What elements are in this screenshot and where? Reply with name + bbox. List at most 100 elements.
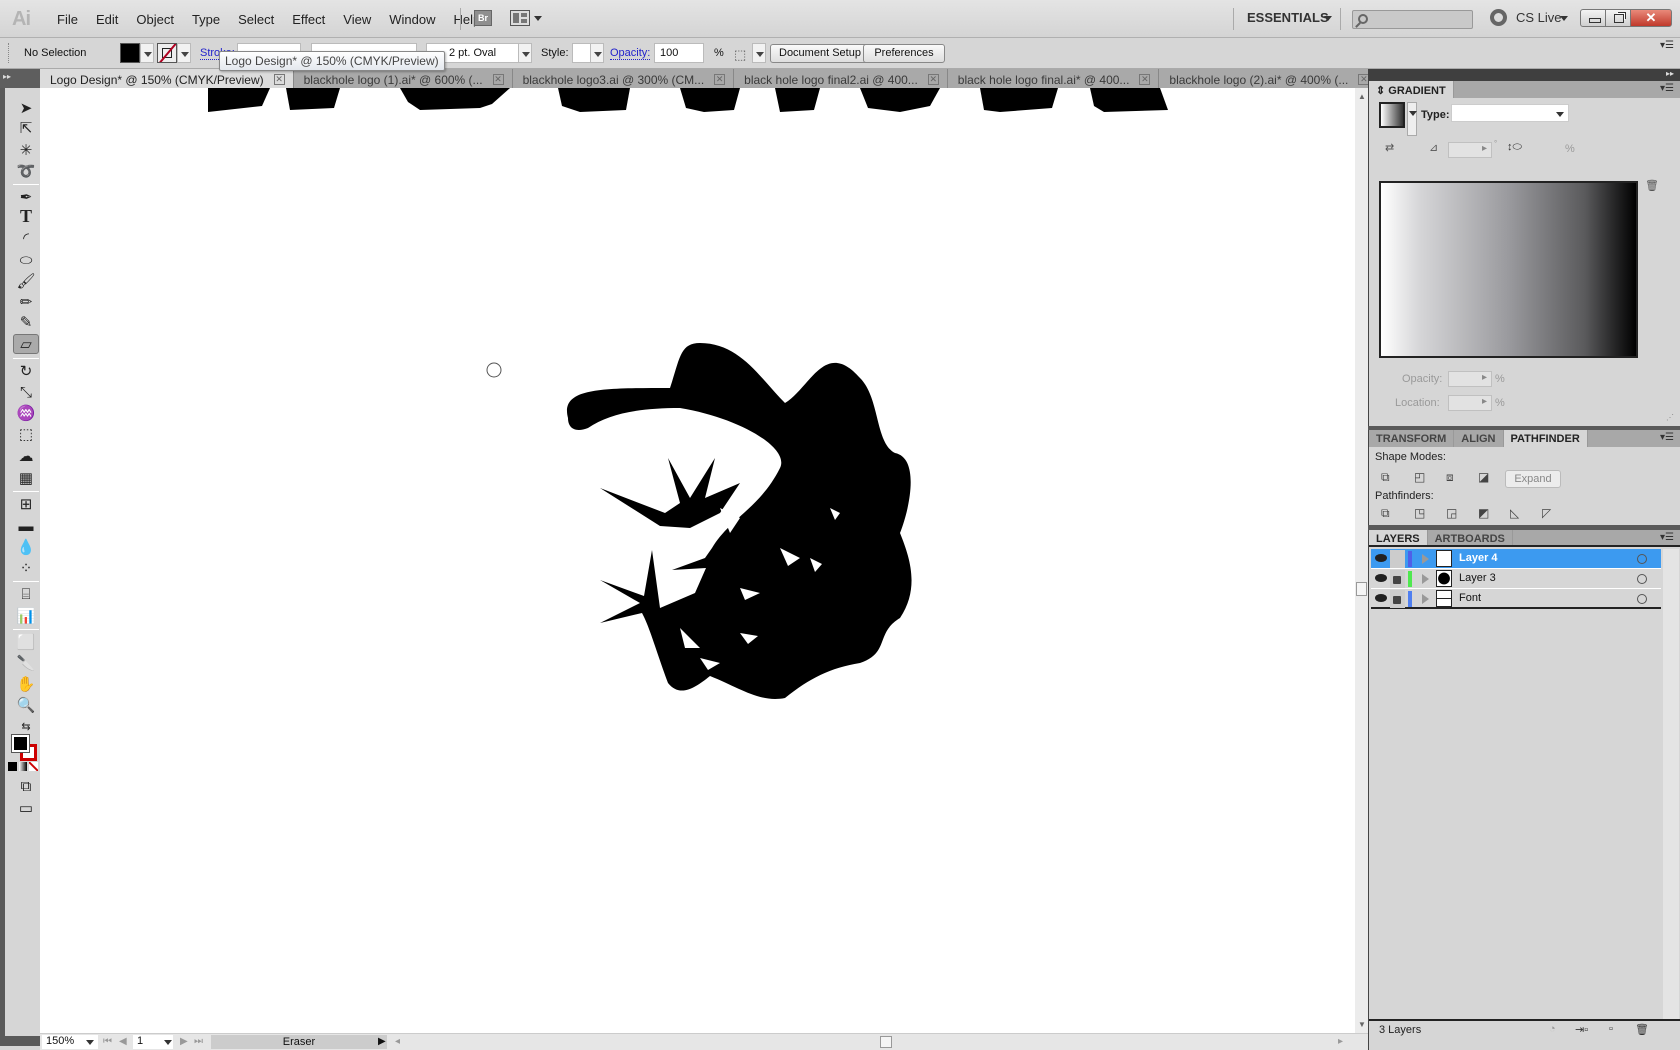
menu-select[interactable]: Select bbox=[229, 12, 283, 27]
visibility-eye-icon[interactable] bbox=[1375, 574, 1387, 582]
grip-handle[interactable] bbox=[8, 43, 11, 63]
layers-scrollbar[interactable] bbox=[1663, 549, 1679, 1019]
expand-triangle-icon[interactable] bbox=[1422, 594, 1429, 604]
brush-dropdown[interactable] bbox=[518, 43, 532, 63]
warp-tool-icon[interactable]: ♒ bbox=[13, 403, 39, 423]
close-tab-icon[interactable]: ✕ bbox=[273, 74, 285, 85]
make-clipping-mask-icon[interactable]: ◔ bbox=[1549, 1023, 1556, 1035]
close-tab-icon[interactable]: ✕ bbox=[927, 74, 939, 85]
restore-button[interactable] bbox=[1605, 9, 1631, 27]
ellipse-tool-icon[interactable]: ⬭ bbox=[13, 250, 39, 270]
unite-icon[interactable]: ⧉ bbox=[1381, 470, 1397, 486]
preferences-button[interactable]: Preferences bbox=[863, 44, 945, 63]
reverse-gradient-icon[interactable]: ⇄ bbox=[1385, 141, 1394, 154]
vertical-scrollbar[interactable]: ▲ ▼ bbox=[1355, 88, 1368, 1033]
chevron-down-icon[interactable] bbox=[1556, 112, 1564, 117]
chevron-down-icon[interactable] bbox=[164, 1040, 172, 1045]
document-tab[interactable]: blackhole logo (2).ai* @ 400% (... ✕ bbox=[1159, 69, 1379, 88]
close-tab-icon[interactable]: ✕ bbox=[492, 74, 504, 85]
document-tab[interactable]: black hole logo final.ai* @ 400... ✕ bbox=[947, 69, 1160, 88]
cs-live-icon[interactable] bbox=[1490, 9, 1507, 26]
layer-name[interactable]: Layer 3 bbox=[1459, 572, 1496, 584]
angle-field[interactable] bbox=[1448, 142, 1492, 158]
mesh-tool-icon[interactable]: ⊞ bbox=[13, 494, 39, 514]
next-artboard-icon[interactable]: ▶ bbox=[180, 1036, 188, 1047]
layer-row[interactable]: Layer 4 bbox=[1371, 549, 1661, 569]
tab-transform[interactable]: TRANSFORM bbox=[1369, 430, 1455, 447]
menu-edit[interactable]: Edit bbox=[87, 12, 127, 27]
gradient-swatch-dropdown[interactable] bbox=[1407, 102, 1417, 136]
minus-front-icon[interactable]: ◰ bbox=[1414, 470, 1430, 486]
close-tab-icon[interactable]: ✕ bbox=[1139, 74, 1151, 85]
gradient-type-select[interactable] bbox=[1451, 104, 1569, 122]
collapse-toolbar-icon[interactable]: ▸▸ bbox=[0, 69, 40, 88]
select-similar-icon[interactable]: ⬚ bbox=[734, 47, 746, 63]
shape-builder-tool-icon[interactable]: ☁ bbox=[13, 446, 39, 466]
first-artboard-icon[interactable]: ⏮ bbox=[103, 1036, 112, 1047]
swap-fill-stroke-icon[interactable]: ⇆ bbox=[13, 716, 39, 736]
chevron-down-icon[interactable] bbox=[534, 16, 542, 21]
horizontal-scroll-thumb[interactable] bbox=[880, 1036, 892, 1048]
expand-triangle-icon[interactable] bbox=[1422, 554, 1429, 564]
gradient-mode-icon[interactable] bbox=[18, 762, 28, 771]
pen-tool-icon[interactable]: ✒ bbox=[13, 187, 39, 207]
scroll-right-icon[interactable]: ▸ bbox=[1338, 1036, 1343, 1047]
select-similar-dropdown[interactable] bbox=[752, 43, 766, 63]
fill-swatch[interactable] bbox=[120, 43, 140, 63]
layer-row[interactable]: Layer 3 bbox=[1371, 569, 1661, 589]
menu-view[interactable]: View bbox=[334, 12, 380, 27]
crop-icon[interactable]: ◩ bbox=[1478, 506, 1494, 522]
document-tab[interactable]: blackhole logo3.ai @ 300% (CM... ✕ bbox=[512, 69, 735, 88]
artboard-tool-icon[interactable]: ⬜ bbox=[13, 632, 39, 652]
hand-tool-icon[interactable]: ✋ bbox=[13, 674, 39, 694]
document-tab[interactable]: blackhole logo (1).ai* @ 600% (... ✕ bbox=[293, 69, 513, 88]
gradient-slider[interactable] bbox=[1379, 181, 1638, 358]
scale-tool-icon[interactable]: ⤡ bbox=[13, 382, 39, 402]
last-artboard-icon[interactable]: ⏭ bbox=[194, 1036, 203, 1047]
column-graph-tool-icon[interactable]: 📊 bbox=[13, 606, 39, 626]
layer-name[interactable]: Font bbox=[1459, 592, 1481, 604]
trim-icon[interactable]: ◳ bbox=[1414, 506, 1430, 522]
scroll-left-icon[interactable]: ◂ bbox=[395, 1036, 400, 1047]
intersect-icon[interactable]: ⧈ bbox=[1446, 470, 1462, 486]
minimize-button[interactable] bbox=[1580, 9, 1606, 27]
close-button[interactable]: ✕ bbox=[1630, 9, 1672, 27]
zoom-tool-icon[interactable]: 🔍 bbox=[13, 695, 39, 715]
current-tool-status[interactable]: Eraser bbox=[211, 1035, 387, 1049]
outline-icon[interactable]: ◺ bbox=[1510, 506, 1526, 522]
close-tab-icon[interactable]: ✕ bbox=[714, 74, 726, 85]
workspace-switcher[interactable]: ESSENTIALS bbox=[1247, 10, 1329, 25]
cs-live-menu[interactable]: CS Live bbox=[1516, 10, 1562, 25]
opacity-field[interactable]: 100 bbox=[654, 43, 704, 63]
bridge-button[interactable]: Br bbox=[474, 10, 492, 26]
tab-gradient[interactable]: ⇕ GRADIENT bbox=[1369, 81, 1454, 98]
target-circle-icon[interactable] bbox=[1637, 574, 1647, 584]
eyedropper-tool-icon[interactable]: 💧 bbox=[13, 537, 39, 557]
arc-tool-icon[interactable]: ◜ bbox=[13, 228, 39, 248]
arrange-documents-button[interactable] bbox=[510, 10, 530, 26]
panel-menu-icon[interactable]: ▾☰ bbox=[1660, 83, 1674, 94]
tab-artboards[interactable]: ARTBOARDS bbox=[1428, 530, 1513, 545]
lasso-tool-icon[interactable]: ➰ bbox=[13, 161, 39, 181]
chevron-down-icon[interactable] bbox=[1560, 16, 1568, 21]
panel-menu-icon[interactable]: ▾☰ bbox=[1660, 532, 1674, 543]
selection-tool-icon[interactable]: ➤ bbox=[13, 98, 39, 118]
gradient-tool-icon[interactable]: ▬ bbox=[13, 516, 39, 536]
panel-menu-icon[interactable]: ▾☰ bbox=[1660, 40, 1674, 51]
visibility-eye-icon[interactable] bbox=[1375, 594, 1387, 602]
tab-layers[interactable]: LAYERS bbox=[1369, 530, 1428, 545]
document-setup-button[interactable]: Document Setup bbox=[770, 44, 870, 63]
gradient-preview-swatch[interactable] bbox=[1379, 102, 1405, 128]
exclude-icon[interactable]: ◪ bbox=[1478, 470, 1494, 486]
type-tool-icon[interactable]: T bbox=[13, 206, 39, 226]
tab-pathfinder[interactable]: PATHFINDER bbox=[1503, 430, 1588, 447]
chevron-down-icon[interactable] bbox=[1324, 16, 1332, 21]
previous-artboard-icon[interactable]: ◀ bbox=[119, 1036, 127, 1047]
direct-selection-tool-icon[interactable]: ⇱ bbox=[13, 118, 39, 138]
menu-effect[interactable]: Effect bbox=[283, 12, 334, 27]
artboard-canvas[interactable] bbox=[40, 88, 1355, 1033]
target-circle-icon[interactable] bbox=[1637, 554, 1647, 564]
layer-name[interactable]: Layer 4 bbox=[1459, 552, 1498, 564]
status-menu-icon[interactable]: ▶ bbox=[378, 1036, 386, 1047]
menu-type[interactable]: Type bbox=[183, 12, 229, 27]
